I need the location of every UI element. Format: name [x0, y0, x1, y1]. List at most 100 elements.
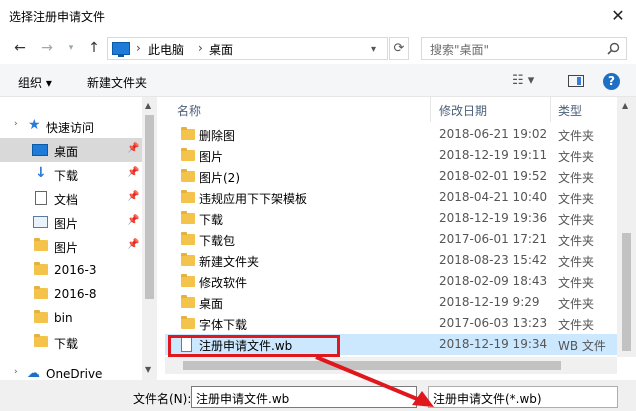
file-type: 文件夹 — [558, 171, 595, 185]
pin-icon: 📌 — [127, 239, 140, 250]
nav-quick-access[interactable]: › ★ 快速访问 — [0, 114, 142, 138]
folder-icon — [34, 310, 48, 323]
file-type: 文件夹 — [558, 192, 595, 206]
file-row[interactable]: 下载 2018-12-19 19:36 文件夹 — [165, 208, 617, 229]
star-icon: ★ — [28, 117, 41, 133]
breadcrumb-separator[interactable]: › — [136, 41, 141, 55]
scroll-up-icon[interactable]: ▲ — [145, 101, 151, 110]
expand-icon: › — [14, 367, 18, 377]
window-title: 选择注册申请文件 — [9, 10, 106, 24]
recent-dropdown-icon[interactable]: ▾ — [62, 39, 80, 57]
file-type: 文件夹 — [558, 234, 595, 248]
nav-item-bin[interactable]: bin — [0, 306, 142, 330]
file-name: 下载 — [199, 213, 224, 227]
file-list-scrollbar[interactable]: ▲ — [617, 97, 636, 357]
column-header-date[interactable]: 修改日期 — [439, 102, 487, 122]
breadcrumb-desktop[interactable]: 桌面 — [209, 41, 233, 58]
file-row[interactable]: 下载包 2017-06-01 17:21 文件夹 — [165, 229, 617, 250]
up-icon[interactable]: ↑ — [85, 39, 103, 57]
filetype-select[interactable]: 注册申请文件(*.wb) — [428, 386, 618, 408]
folder-icon — [34, 286, 48, 299]
pin-icon: 📌 — [127, 191, 140, 202]
file-name: 违规应用下下架模板 — [199, 192, 308, 206]
file-row[interactable]: 新建文件夹 2018-08-23 15:42 文件夹 — [165, 250, 617, 271]
folder-icon — [181, 274, 195, 287]
help-icon[interactable]: ? — [603, 73, 620, 90]
file-name: 图片(2) — [199, 171, 240, 185]
file-row[interactable]: 桌面 2018-12-19 9:29 文件夹 — [165, 292, 617, 313]
close-icon[interactable]: ✕ — [608, 6, 628, 26]
column-divider[interactable] — [430, 97, 431, 122]
file-type: 文件夹 — [558, 255, 595, 269]
back-icon[interactable]: ← — [11, 39, 29, 57]
nav-item-documents[interactable]: 文档 📌 — [0, 186, 142, 210]
new-folder-button[interactable]: 新建文件夹 — [87, 74, 147, 91]
nav-item-pictures-folder[interactable]: 图片 📌 — [0, 234, 142, 258]
address-bar[interactable]: › 此电脑 › 桌面 ▾ — [107, 37, 388, 60]
file-date: 2018-02-09 18:43 — [439, 274, 548, 288]
file-name: 删除图 — [199, 129, 236, 143]
address-dropdown-icon[interactable]: ▾ — [371, 44, 376, 55]
view-options-icon[interactable]: ☷ ▾ — [512, 73, 534, 88]
scroll-up-icon[interactable]: ▲ — [622, 101, 628, 110]
forward-icon[interactable]: → — [38, 39, 56, 57]
refresh-button[interactable]: ⟳ — [389, 37, 409, 60]
picture-icon — [33, 216, 48, 228]
file-type: 文件夹 — [558, 297, 595, 311]
search-icon — [607, 42, 620, 55]
nav-item-downloads[interactable]: ↓ 下载 📌 — [0, 162, 142, 186]
file-date: 2018-12-19 19:34 — [439, 337, 548, 351]
file-list-scroll-thumb[interactable] — [622, 233, 631, 351]
file-type: 文件夹 — [558, 213, 595, 227]
file-type: 文件夹 — [558, 150, 595, 164]
organize-button[interactable]: 组织 ▾ — [18, 74, 52, 91]
annotation-arrow-icon — [315, 355, 434, 407]
file-row[interactable]: 删除图 2018-06-21 19:02 文件夹 — [165, 124, 617, 145]
filename-label: 文件名(N): — [133, 392, 192, 406]
nav-item-downloads-folder[interactable]: 下载 — [0, 330, 142, 354]
column-divider[interactable] — [550, 97, 551, 122]
nav-item-desktop[interactable]: 桌面 📌 — [0, 138, 142, 162]
nav-item-2016-3[interactable]: 2016-3 — [0, 258, 142, 282]
nav-item-2016-8[interactable]: 2016-8 — [0, 282, 142, 306]
file-date: 2018-08-23 15:42 — [439, 253, 548, 267]
nav-scroll-thumb[interactable] — [145, 115, 154, 299]
command-bar: 组织 ▾ 新建文件夹 ☷ ▾ ? — [0, 64, 636, 97]
file-row[interactable]: 字体下载 2017-06-03 13:23 文件夹 — [165, 313, 617, 334]
nav-label: 文档 — [54, 193, 79, 207]
preview-pane-icon[interactable] — [568, 75, 584, 87]
file-row[interactable]: 图片(2) 2018-02-01 19:52 文件夹 — [165, 166, 617, 187]
folder-icon — [181, 127, 195, 140]
scroll-down-icon[interactable]: ▼ — [145, 365, 151, 374]
folder-icon — [34, 238, 48, 251]
nav-scrollbar[interactable]: ▲ ▼ — [142, 97, 157, 380]
title-bar: 选择注册申请文件 ✕ — [0, 0, 636, 31]
document-icon — [35, 191, 47, 205]
breadcrumb-separator[interactable]: › — [198, 41, 203, 55]
breadcrumb-this-pc[interactable]: 此电脑 — [148, 41, 184, 58]
nav-label: 图片 — [54, 217, 79, 231]
navigation-bar: ← → ▾ ↑ › 此电脑 › 桌面 ▾ ⟳ 搜索"桌面" — [0, 31, 636, 64]
file-name: 字体下载 — [199, 318, 248, 332]
download-icon: ↓ — [35, 165, 47, 181]
column-header-name[interactable]: 名称 — [177, 102, 201, 122]
folder-icon — [181, 211, 195, 224]
column-header-type[interactable]: 类型 — [558, 102, 582, 122]
file-date: 2018-04-21 10:40 — [439, 190, 548, 204]
search-box[interactable]: 搜索"桌面" — [421, 37, 627, 60]
annotation-highlight-box — [168, 335, 340, 357]
folder-icon — [181, 190, 195, 203]
nav-item-pictures[interactable]: 图片 📌 — [0, 210, 142, 234]
navigation-pane: › ★ 快速访问 桌面 📌 ↓ 下载 📌 文档 📌 图片 📌 图片 📌 2016… — [0, 97, 157, 411]
file-name: 下载包 — [199, 234, 236, 248]
folder-icon — [181, 169, 195, 182]
file-row[interactable]: 修改软件 2018-02-09 18:43 文件夹 — [165, 271, 617, 292]
file-row[interactable]: 图片 2018-12-19 19:11 文件夹 — [165, 145, 617, 166]
file-type: 文件夹 — [558, 276, 595, 290]
folder-icon — [181, 295, 195, 308]
file-row[interactable]: 违规应用下下架模板 2018-04-21 10:40 文件夹 — [165, 187, 617, 208]
file-date: 2017-06-01 17:21 — [439, 232, 548, 246]
nav-label: 2016-3 — [54, 263, 97, 277]
folder-icon — [181, 148, 195, 161]
pin-icon: 📌 — [127, 215, 140, 226]
